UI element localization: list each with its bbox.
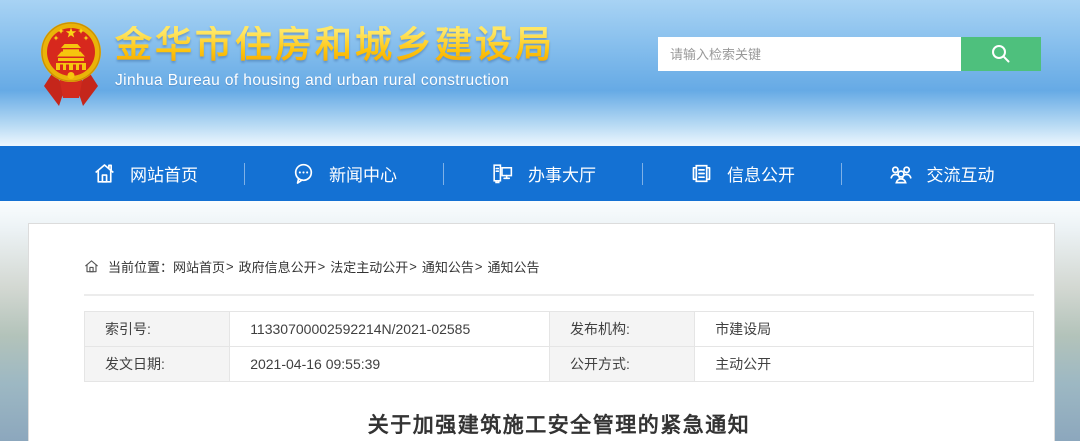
site-header: 金华市住房和城乡建设局 Jinhua Bureau of housing and…: [0, 0, 1080, 146]
site-brand[interactable]: 金华市住房和城乡建设局 Jinhua Bureau of housing and…: [39, 12, 555, 114]
disclosure-method-label: 公开方式:: [550, 347, 695, 382]
breadcrumb-prefix: 当前位置：: [108, 257, 173, 276]
issue-date-value: 2021-04-16 09:55:39: [230, 347, 550, 382]
document-info-table: 索引号: 11330700002592214N/2021-02585 发布机构:…: [84, 311, 1034, 382]
nav-item-label: 网站首页: [130, 161, 198, 186]
breadcrumb-item-notices[interactable]: 通知公告: [422, 257, 474, 276]
page-background: 当前位置： 网站首页 > 政府信息公开 > 法定主动公开 > 通知公告 > 通知…: [0, 201, 1080, 441]
breadcrumb: 当前位置： 网站首页 > 政府信息公开 > 法定主动公开 > 通知公告 > 通知…: [84, 257, 1034, 276]
breadcrumb-item-statutory[interactable]: 法定主动公开: [330, 257, 408, 276]
chat-bubble-icon: [291, 161, 316, 186]
article-title: 关于加强建筑施工安全管理的紧急通知: [84, 409, 1034, 439]
issue-date-label: 发文日期:: [85, 347, 230, 382]
people-icon: [888, 161, 914, 187]
breadcrumb-item-home[interactable]: 网站首页: [173, 257, 225, 276]
breadcrumb-separator: >: [318, 259, 326, 274]
nav-item-services[interactable]: 办事大厅: [444, 146, 642, 201]
nav-item-home[interactable]: 网站首页: [46, 146, 244, 201]
disclosure-method-value: 主动公开: [695, 347, 1034, 382]
index-number-value: 11330700002592214N/2021-02585: [230, 312, 550, 347]
search-button[interactable]: [961, 37, 1041, 71]
table-row: 索引号: 11330700002592214N/2021-02585 发布机构:…: [85, 312, 1034, 347]
nav-item-info[interactable]: 信息公开: [643, 146, 841, 201]
home-icon: [92, 161, 117, 186]
search-bar: [658, 37, 1041, 71]
table-row: 发文日期: 2021-04-16 09:55:39 公开方式: 主动公开: [85, 347, 1034, 382]
site-title[interactable]: 金华市住房和城乡建设局: [115, 26, 555, 63]
breadcrumb-separator: >: [226, 259, 234, 274]
nav-item-label: 信息公开: [727, 161, 795, 186]
search-icon: [989, 42, 1013, 66]
breadcrumb-item-gov-info[interactable]: 政府信息公开: [239, 257, 317, 276]
issuing-agency-label: 发布机构:: [550, 312, 695, 347]
nav-item-label: 交流互动: [927, 161, 995, 186]
breadcrumb-separator: >: [475, 259, 483, 274]
nav-item-label: 新闻中心: [329, 161, 397, 186]
nav-item-label: 办事大厅: [528, 161, 596, 186]
search-input[interactable]: [658, 37, 961, 71]
content-card: 当前位置： 网站首页 > 政府信息公开 > 法定主动公开 > 通知公告 > 通知…: [28, 223, 1055, 441]
nav-item-news[interactable]: 新闻中心: [245, 146, 443, 201]
main-nav: 网站首页 新闻中心 办事大厅: [0, 146, 1080, 201]
index-number-label: 索引号:: [85, 312, 230, 347]
national-emblem-icon: [39, 14, 103, 114]
section-divider: [84, 294, 1034, 296]
issuing-agency-value: 市建设局: [695, 312, 1034, 347]
nav-item-interact[interactable]: 交流互动: [842, 146, 1040, 201]
document-icon: [689, 161, 714, 186]
breadcrumb-item-current[interactable]: 通知公告: [487, 257, 539, 276]
breadcrumb-home-icon: [84, 259, 99, 274]
computer-icon: [490, 161, 515, 186]
breadcrumb-separator: >: [409, 259, 417, 274]
site-subtitle: Jinhua Bureau of housing and urban rural…: [115, 72, 555, 90]
